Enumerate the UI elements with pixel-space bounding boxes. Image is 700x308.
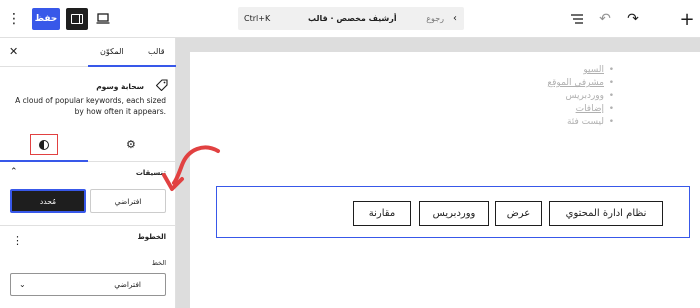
undo-button[interactable]: ↶ xyxy=(594,8,616,30)
variation-default-button[interactable]: افتراضي xyxy=(90,189,166,213)
font-label: الخط xyxy=(151,259,166,267)
block-description: A cloud of popular keywords, each sized … xyxy=(15,96,166,116)
close-icon[interactable]: ✕ xyxy=(9,45,18,58)
font-select-value: افتراضي xyxy=(114,280,141,289)
tag-list: السيو مشرفي الموقع ووردبريس إضافات ليست … xyxy=(547,64,614,129)
typography-options-icon[interactable]: ⋮ xyxy=(12,234,23,247)
inspector-tabs: ⚙ xyxy=(0,134,176,162)
tag-cloud-block[interactable]: نظام ادارة المحتوي عرض ووردبريس مقارنة xyxy=(216,186,690,238)
list-item: ووردبريس xyxy=(547,90,614,103)
list-view-button[interactable] xyxy=(566,8,588,30)
tag-icon xyxy=(156,79,168,91)
settings-sidebar: ✕ المكوّن قالب سحابة وسوم A cloud of pop… xyxy=(0,38,176,308)
desktop-icon xyxy=(96,13,110,24)
document-title: أرشيف مخصص · قالب xyxy=(308,14,397,23)
typography-title: الخطوط xyxy=(137,233,166,241)
tag-cloud-item[interactable]: ووردبريس xyxy=(419,201,489,226)
back-link[interactable]: رجوع xyxy=(426,14,444,23)
page-canvas: السيو مشرفي الموقع ووردبريس إضافات ليست … xyxy=(190,52,700,308)
device-preview-button[interactable] xyxy=(92,8,114,30)
block-inserter-button[interactable]: + xyxy=(676,8,698,30)
styles-tab[interactable] xyxy=(30,134,58,155)
editor-canvas: السيو مشرفي الموقع ووردبريس إضافات ليست … xyxy=(176,38,700,308)
list-item: ليست فئة xyxy=(547,116,614,129)
command-shortcut: Ctrl+K xyxy=(244,14,271,23)
tag-cloud-item[interactable]: نظام ادارة المحتوي xyxy=(549,201,663,226)
tag-cloud-item[interactable]: عرض xyxy=(495,201,542,226)
list-view-icon xyxy=(571,14,583,24)
typography-panel: الخطوط ⋮ الخط افتراضي ⌄ xyxy=(0,226,176,308)
chevron-left-icon: ‹ xyxy=(453,13,457,24)
gear-icon[interactable]: ⚙ xyxy=(126,138,136,151)
chevron-down-icon: ⌄ xyxy=(19,280,26,289)
tag-cloud-item[interactable]: مقارنة xyxy=(353,201,411,226)
editor-header: ⋮ حفظ Ctrl+K أرشيف مخصص · قالب رجوع ‹ ↶ … xyxy=(0,0,700,38)
sidebar-icon xyxy=(71,14,83,24)
save-button[interactable]: حفظ xyxy=(32,8,60,30)
font-select[interactable]: افتراضي ⌄ xyxy=(10,273,166,296)
contrast-icon xyxy=(39,139,49,150)
list-item[interactable]: إضافات xyxy=(547,103,614,116)
redo-button[interactable]: ↷ xyxy=(622,8,644,30)
active-tab-indicator xyxy=(88,65,176,67)
variations-panel: تنسيقات ⌃ افتراضي مُحدد xyxy=(0,162,176,226)
sidebar-tabs: ✕ المكوّن قالب xyxy=(0,38,176,67)
tab-template[interactable]: قالب xyxy=(148,47,165,56)
list-item[interactable]: مشرفي الموقع xyxy=(547,77,614,90)
settings-sidebar-toggle[interactable] xyxy=(66,8,88,30)
variation-selected-button[interactable]: مُحدد xyxy=(10,189,86,213)
editor-app: ⋮ حفظ Ctrl+K أرشيف مخصص · قالب رجوع ‹ ↶ … xyxy=(0,0,700,308)
command-palette-bar[interactable]: Ctrl+K أرشيف مخصص · قالب رجوع ‹ xyxy=(238,7,464,30)
chevron-up-icon[interactable]: ⌃ xyxy=(10,167,18,177)
list-item[interactable]: السيو xyxy=(547,64,614,77)
annotation-arrow-icon xyxy=(162,145,220,191)
tab-block[interactable]: المكوّن xyxy=(100,47,124,56)
block-title: سحابة وسوم xyxy=(96,82,144,91)
options-kebab-icon[interactable]: ⋮ xyxy=(4,8,24,30)
